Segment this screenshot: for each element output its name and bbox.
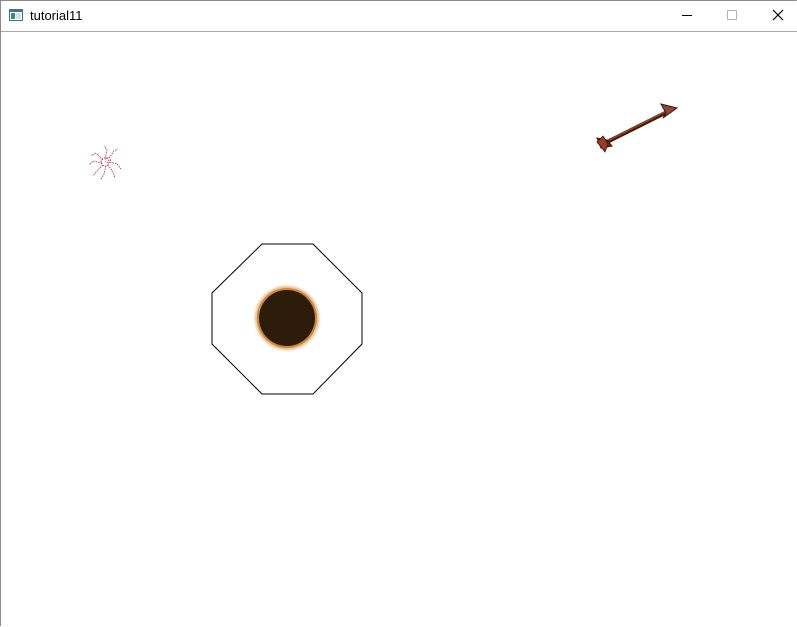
window-title: tutorial11 <box>30 8 83 23</box>
close-icon <box>772 9 784 21</box>
app-icon <box>9 9 23 21</box>
spider-sprite <box>88 145 122 180</box>
minimize-button[interactable] <box>664 1 710 31</box>
minimize-icon <box>682 15 692 16</box>
app-window: tutorial11 <box>0 0 797 627</box>
close-button[interactable] <box>755 1 797 31</box>
ball-sprite <box>253 284 321 352</box>
scene <box>88 103 679 395</box>
maximize-button[interactable] <box>709 1 755 31</box>
game-canvas[interactable] <box>1 32 797 627</box>
arrow-sprite <box>596 103 679 153</box>
maximize-icon <box>727 10 737 20</box>
title-bar[interactable]: tutorial11 <box>1 1 797 32</box>
